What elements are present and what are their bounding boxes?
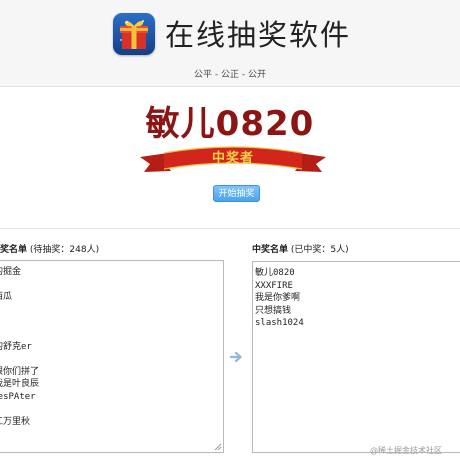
list-item: 照寒江万里秋 [0,416,31,427]
list-item: 红薯的掘金 [0,266,22,277]
start-draw-button[interactable]: 开始抽奖 [213,185,260,202]
winners-list: 敏儿0820 XXXFIRE 我是你爹啊 只想搞钱 slash1024 [253,267,460,330]
list-item: 飞机的舒克er [0,341,32,352]
candidates-label: 奖名单 (待抽奖：248人) [0,242,99,255]
winners-textarea[interactable]: 敏儿0820 XXXFIRE 我是你爹啊 只想搞钱 slash1024 [252,261,460,453]
list-item: slash1024 [255,318,304,328]
candidates-title: 奖名单 [0,245,28,255]
winner-name: 敏儿0820 [145,104,315,144]
list-item: 蓝蓝 [0,316,223,329]
banner-text: 中奖者 [211,151,254,166]
list-item: 佳怡 [0,303,223,316]
list-item: 漏 [0,328,223,341]
list-item: 敏儿0820 [255,268,295,278]
winners-title: 中奖名单 [252,245,289,255]
divider [0,228,460,229]
list-item: harlesPAter [0,391,36,402]
list-item: 我是你爹啊 [255,293,301,303]
arrow-right-icon[interactable] [230,351,244,363]
list-item: 生之我是叶良辰 [0,379,40,389]
slogan: 公平 - 公正 - 公开 [194,70,266,80]
list-item: 只想搞钱 [255,305,292,316]
list-item: 葱 [0,353,223,366]
candidates-textarea[interactable]: .......... 红薯的掘金 imhs 跑的西瓜 佳怡 蓝蓝 漏 飞机的舒克… [0,260,224,453]
winners-label: 中奖名单 (已中奖：5人) [252,242,349,255]
winners-count: (已中奖：5人) [290,245,349,255]
list-item: eal [0,403,223,416]
list-item: fa [0,428,223,441]
gift-box-icon [113,13,155,55]
app-title: 在线抽奖软件 [165,18,352,52]
list-item: 跑的西瓜 [0,291,13,302]
candidates-count: (待抽奖：248人) [29,245,100,255]
list-item: imhs [0,278,223,291]
list-item: XXXFIRE [255,280,293,291]
resize-grip-icon[interactable] [214,443,222,451]
app-header: 在线抽奖软件 公平 - 公正 - 公开 [0,0,460,87]
candidates-list: .......... 红薯的掘金 imhs 跑的西瓜 佳怡 蓝蓝 漏 飞机的舒克… [0,261,223,441]
list-item: 特么跟你们拼了 [0,366,40,377]
winner-banner: 中奖者 [138,143,328,179]
watermark: @稀土掘金技术社区 [370,446,442,455]
